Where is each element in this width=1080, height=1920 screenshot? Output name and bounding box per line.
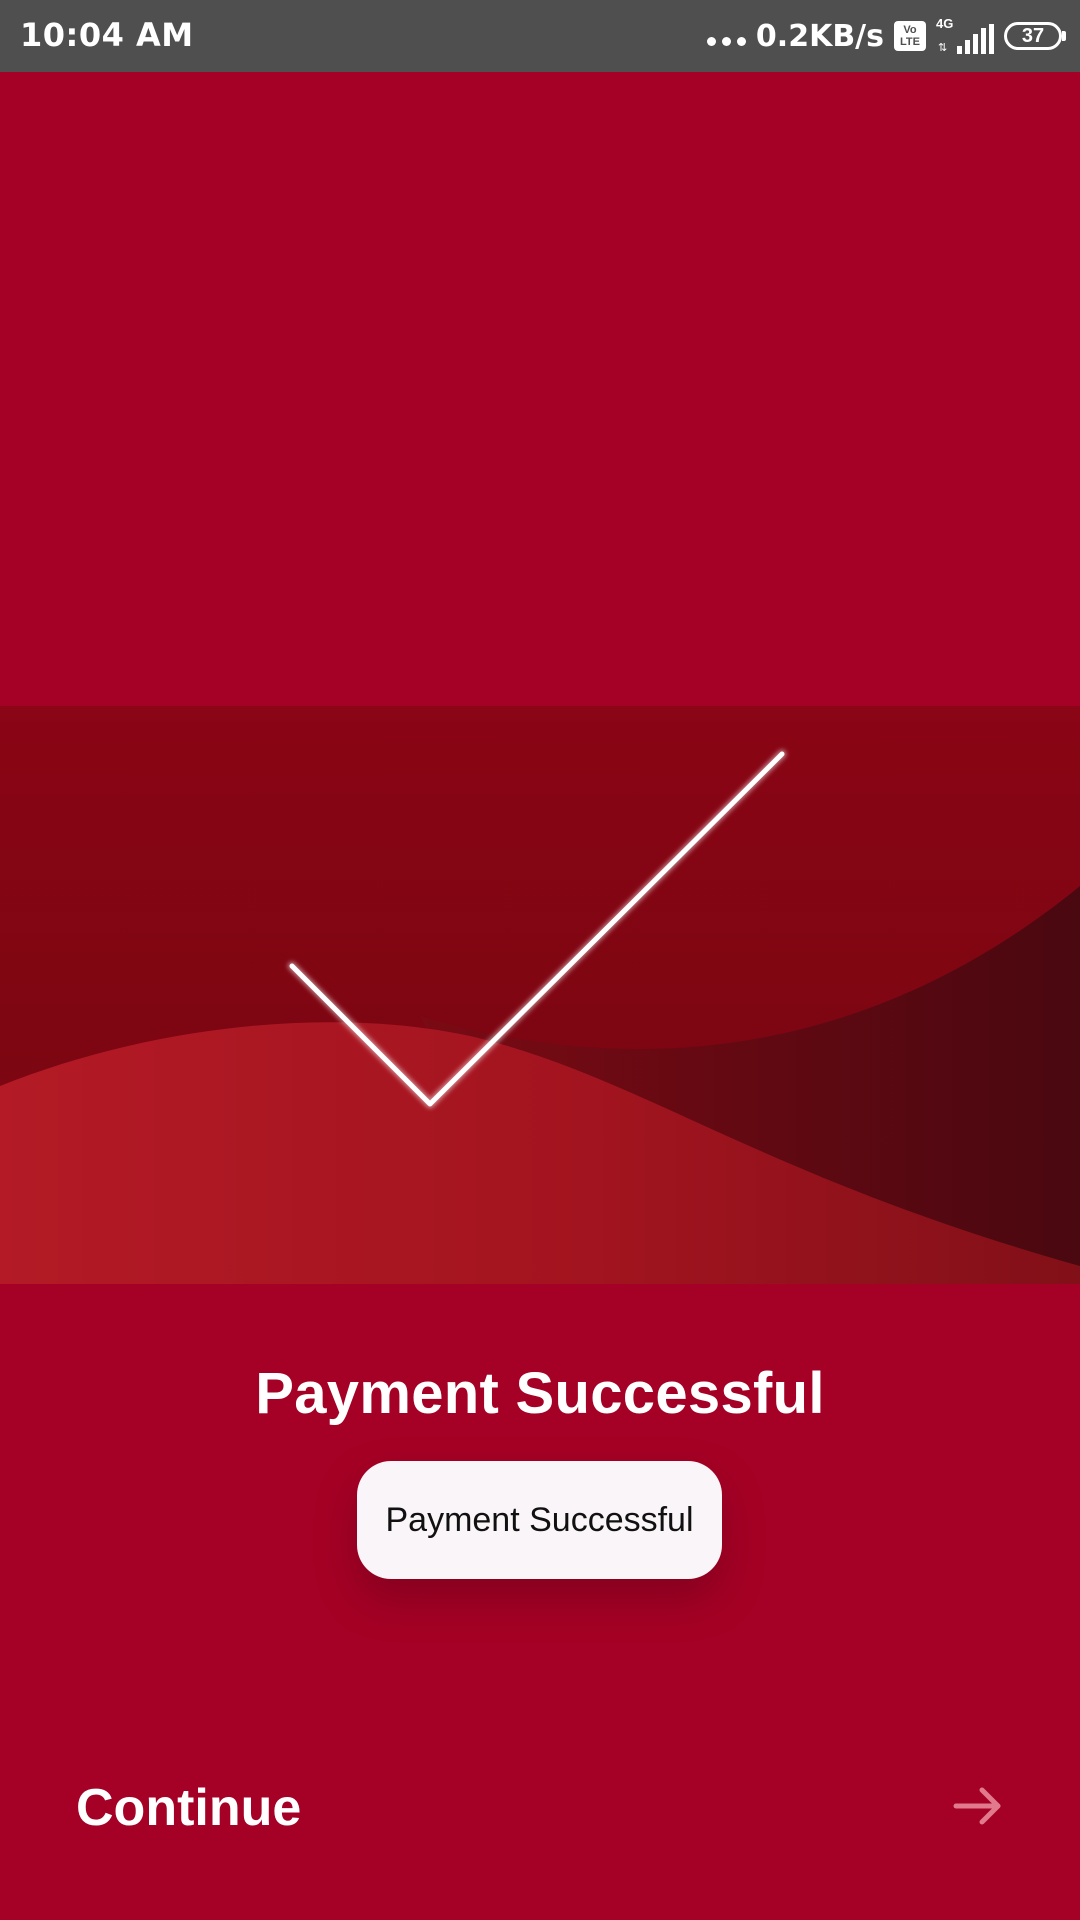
continue-bar[interactable]: Continue <box>0 1760 1080 1860</box>
battery-icon: 37 <box>1004 22 1066 50</box>
network-speed: 0.2KB/s <box>755 18 884 54</box>
success-illustration <box>0 706 1080 1284</box>
signal-icon: 4G ⇅ <box>936 16 994 56</box>
volte-icon: Vo LTE <box>894 21 926 51</box>
continue-button[interactable]: Continue <box>76 1778 301 1838</box>
status-bar: 10:04 AM 0.2KB/s Vo LTE 4G ⇅ 37 <box>0 0 1080 72</box>
volte-top-label: Vo <box>903 24 917 36</box>
success-illustration-svg <box>0 706 1080 1284</box>
toast-text: Payment Successful <box>385 1500 694 1539</box>
data-arrows-icon: ⇅ <box>938 42 948 54</box>
volte-bottom-label: LTE <box>900 36 920 48</box>
battery-level: 37 <box>1021 25 1045 47</box>
network-type: 4G <box>936 16 954 31</box>
toast-message: Payment Successful <box>357 1461 722 1579</box>
notification-dots-icon <box>706 36 746 46</box>
signal-bars-icon <box>957 24 994 54</box>
status-time: 10:04 AM <box>20 16 194 54</box>
status-icons: 0.2KB/s Vo LTE 4G ⇅ 37 <box>706 12 1066 60</box>
page-title: Payment Successful <box>255 1361 825 1426</box>
arrow-right-icon[interactable] <box>952 1786 1004 1826</box>
